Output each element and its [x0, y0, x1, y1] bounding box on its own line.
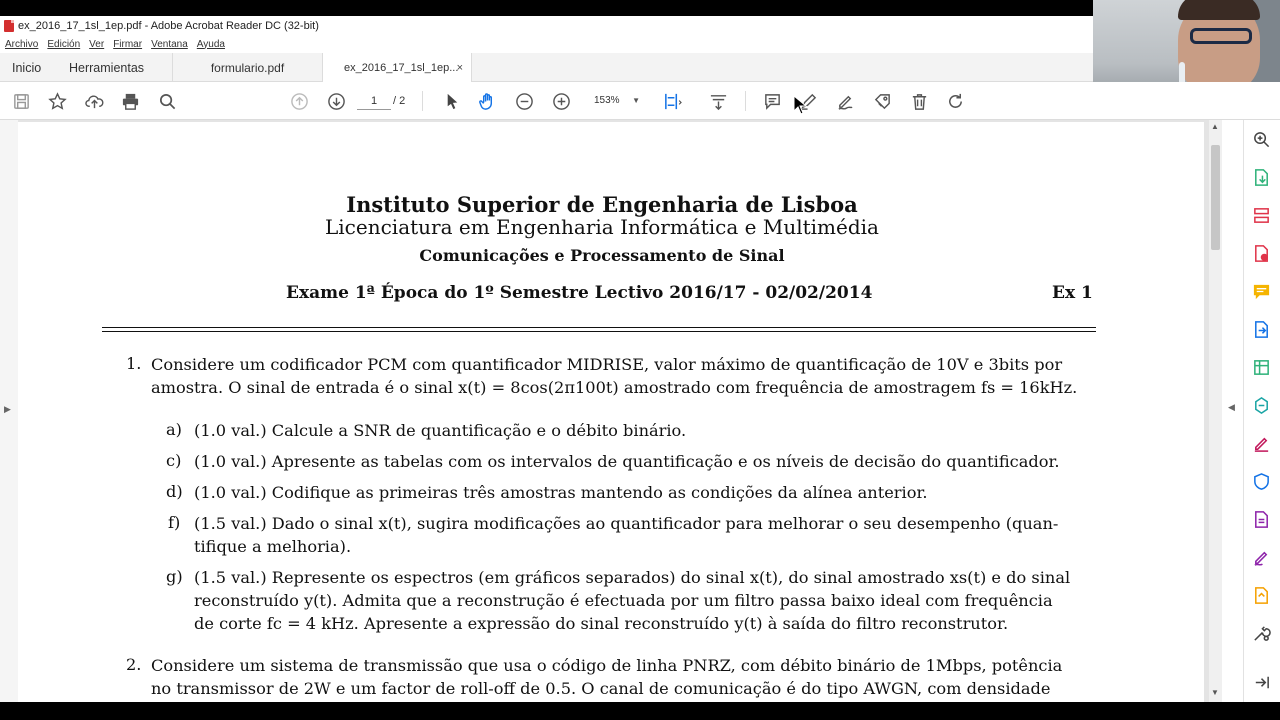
- item-g-line-1: (1.5 val.) Represente os espectros (em g…: [194, 568, 1071, 587]
- zoom-level-dropdown[interactable]: 153% ▼: [586, 92, 642, 110]
- question-1-line-2: amostra. O sinal de entrada é o sinal x(…: [151, 378, 1078, 397]
- item-label: c): [166, 451, 182, 470]
- scroll-down-icon[interactable]: ▼: [1211, 688, 1219, 697]
- page-up-icon[interactable]: [289, 91, 309, 111]
- item-label: d): [166, 482, 183, 501]
- menu-ayuda[interactable]: Ayuda: [197, 39, 225, 50]
- star-icon[interactable]: [47, 91, 67, 111]
- convert-icon[interactable]: [1250, 318, 1272, 340]
- export-pdf-icon[interactable]: [1250, 166, 1272, 188]
- scrollbar-thumb[interactable]: [1211, 145, 1220, 250]
- comment-icon[interactable]: [1250, 280, 1272, 302]
- excel-icon[interactable]: [1250, 356, 1272, 378]
- zoom-value: 153%: [594, 95, 620, 106]
- menu-edicion[interactable]: Edición: [47, 39, 80, 50]
- menu-ver[interactable]: Ver: [89, 39, 104, 50]
- fill-sign-icon[interactable]: [1250, 432, 1272, 454]
- tab-home[interactable]: Inicio: [12, 53, 41, 82]
- question-1-line-1: Considere um codificador PCM com quantif…: [151, 355, 1063, 374]
- chevron-down-icon: ▼: [632, 96, 640, 105]
- edit-icon[interactable]: [1250, 546, 1272, 568]
- item-d-line-1: (1.0 val.) Codifique as primeiras três a…: [194, 483, 928, 502]
- comment-icon[interactable]: [762, 91, 782, 111]
- tab-exam-active[interactable]: ex_2016_17_1sl_1ep... ×: [322, 53, 472, 83]
- item-c-line-1: (1.0 val.) Apresente as tabelas com os i…: [194, 452, 1060, 471]
- question-2-line-1: Considere um sistema de transmissão que …: [151, 656, 1063, 675]
- chevron-right-icon: ▶: [4, 404, 11, 414]
- question-number: 2.: [126, 655, 142, 674]
- select-arrow-icon[interactable]: [441, 91, 461, 111]
- item-label: f): [168, 513, 181, 532]
- tab-tools[interactable]: Herramientas: [69, 53, 144, 82]
- item-f-line-2: tifique a melhoria).: [194, 537, 352, 556]
- menu-bar: Archivo Edición Ver Firmar Ventana Ayuda: [0, 35, 1093, 53]
- pdf-page: Instituto Superior de Engenharia de Lisb…: [18, 122, 1204, 702]
- stamp-icon[interactable]: [872, 91, 892, 111]
- vertical-scrollbar[interactable]: ▲ ▼: [1209, 120, 1222, 702]
- zoom-in-icon[interactable]: [551, 91, 571, 111]
- left-panel-toggle[interactable]: ▶: [0, 120, 18, 702]
- institution-heading: Instituto Superior de Engenharia de Lisb…: [346, 192, 858, 217]
- menu-firmar[interactable]: Firmar: [113, 39, 142, 50]
- toolbar-separator: [745, 91, 746, 111]
- rotate-icon[interactable]: [945, 91, 965, 111]
- course-heading: Comunicações e Processamento de Sinal: [419, 246, 785, 265]
- search-icon[interactable]: [157, 91, 177, 111]
- organize-pages-icon[interactable]: [1250, 204, 1272, 226]
- hand-icon[interactable]: [477, 91, 497, 111]
- close-tab-icon[interactable]: ×: [457, 62, 463, 74]
- mouse-cursor-icon: [793, 95, 807, 115]
- upload-icon[interactable]: [84, 91, 104, 111]
- tab-label: ex_2016_17_1sl_1ep...: [344, 62, 459, 74]
- sign-icon[interactable]: [835, 91, 855, 111]
- collapse-pane-icon[interactable]: ◀: [1228, 402, 1235, 413]
- item-g-line-2: reconstruído y(t). Admita que a reconstr…: [194, 591, 1053, 610]
- zoom-out-icon[interactable]: [514, 91, 534, 111]
- total-pages-label: / 2: [393, 95, 406, 107]
- window-title: ex_2016_17_1sl_1ep.pdf - Adobe Acrobat R…: [18, 19, 319, 32]
- pdf-file-icon: [4, 19, 14, 32]
- question-2-line-2: no transmissor de 2W e um factor de roll…: [151, 679, 1051, 698]
- expand-icon[interactable]: [1250, 671, 1272, 693]
- fit-page-icon[interactable]: [662, 91, 682, 111]
- tools-icon[interactable]: [1250, 622, 1272, 644]
- item-f-line-1: (1.5 val.) Dado o sinal x(t), sugira mod…: [194, 514, 1059, 533]
- trash-icon[interactable]: [909, 91, 929, 111]
- question-number: 1.: [126, 354, 142, 373]
- page-down-icon[interactable]: [326, 91, 346, 111]
- save-pdf-icon[interactable]: [1250, 508, 1272, 530]
- menu-ventana[interactable]: Ventana: [151, 39, 188, 50]
- divider: [102, 327, 1096, 328]
- divider: [102, 331, 1096, 332]
- create-pdf-icon[interactable]: [1250, 242, 1272, 264]
- item-a-line-1: (1.0 val.) Calcule a SNR de quantificaçã…: [194, 421, 687, 440]
- search-zoom-icon[interactable]: [1250, 128, 1272, 150]
- tab-bar: Inicio Herramientas formulario.pdf ex_20…: [0, 53, 1093, 83]
- scroll-up-icon[interactable]: ▲: [1211, 122, 1219, 131]
- compress-icon[interactable]: [1250, 394, 1272, 416]
- protect-icon[interactable]: [1250, 470, 1272, 492]
- main-toolbar: 1 / 2 153% ▼: [0, 82, 1280, 120]
- exam-title: Exame 1ª Época do 1º Semestre Lectivo 20…: [286, 283, 873, 303]
- document-viewport[interactable]: ▶ Instituto Superior de Engenharia de Li…: [0, 120, 1209, 702]
- current-page-input[interactable]: 1: [357, 92, 391, 110]
- bottom-black-bar: [0, 702, 1280, 720]
- item-label: a): [166, 420, 182, 439]
- print-icon[interactable]: [120, 91, 140, 111]
- scroll-mode-icon[interactable]: [708, 91, 728, 111]
- window-titlebar: ex_2016_17_1sl_1ep.pdf - Adobe Acrobat R…: [0, 16, 1093, 35]
- pane-divider: [1243, 120, 1244, 702]
- tab-label: formulario.pdf: [210, 60, 285, 75]
- top-black-bar: [0, 0, 1280, 16]
- send-icon[interactable]: [1250, 584, 1272, 606]
- tab-formulario[interactable]: formulario.pdf: [172, 53, 322, 82]
- item-label: g): [166, 567, 183, 586]
- degree-heading: Licenciatura em Engenharia Informática e…: [325, 215, 879, 239]
- item-g-line-3: de corte fc = 4 kHz. Apresente a express…: [194, 614, 1009, 633]
- exercise-label: Ex 1: [1052, 283, 1093, 303]
- save-icon[interactable]: [11, 91, 31, 111]
- toolbar-separator: [422, 91, 423, 111]
- menu-archivo[interactable]: Archivo: [5, 39, 38, 50]
